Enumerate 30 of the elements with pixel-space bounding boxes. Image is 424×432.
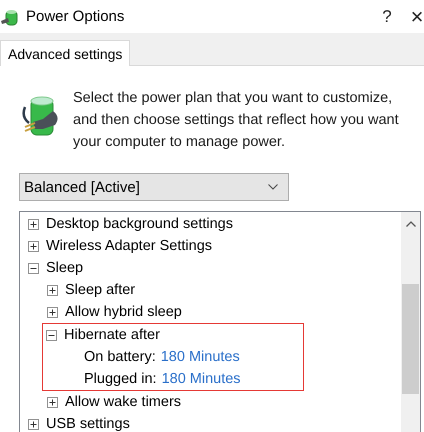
window-title: Power Options [26, 8, 124, 25]
collapse-icon[interactable] [46, 330, 57, 340]
plan-dropdown[interactable]: Balanced [Active] [19, 173, 289, 201]
tree-item[interactable]: Hibernate after [64, 327, 160, 343]
setting-label: On battery: [84, 349, 156, 365]
setting-value[interactable]: 180 Minutes [160, 349, 240, 365]
expand-icon[interactable] [47, 396, 58, 408]
scrollbar-thumb[interactable] [402, 284, 419, 394]
scroll-up-icon[interactable] [406, 221, 416, 227]
tree-item[interactable]: Wireless Adapter Settings [46, 238, 212, 254]
chevron-down-icon [268, 184, 278, 190]
tree-item[interactable]: Allow wake timers [65, 394, 182, 410]
setting-value[interactable]: 180 Minutes [162, 371, 241, 387]
instruction-text: Select the power plan that you want to customize, and then choose settings that reflect how you want your computer to manage power. [73, 89, 400, 152]
expand-icon[interactable] [28, 240, 39, 252]
expand-icon[interactable] [28, 218, 39, 230]
tab[interactable]: Advanced settings [0, 40, 130, 66]
expand-icon[interactable] [47, 306, 58, 318]
tree-item[interactable]: USB settings [46, 416, 130, 432]
close-button[interactable]: × [402, 4, 424, 30]
expand-icon[interactable] [28, 418, 39, 430]
setting-label: Plugged in: [84, 371, 157, 387]
scrollbar[interactable] [401, 212, 420, 432]
tree-item[interactable]: Sleep after [65, 282, 136, 298]
expand-icon[interactable] [47, 284, 58, 296]
tree-item[interactable]: Desktop background settings [46, 216, 233, 232]
tree-item[interactable]: Allow hybrid sleep [65, 304, 182, 320]
tree-item[interactable]: Sleep [46, 260, 84, 276]
help-button[interactable]: ? [372, 6, 402, 26]
collapse-icon[interactable] [28, 262, 39, 274]
